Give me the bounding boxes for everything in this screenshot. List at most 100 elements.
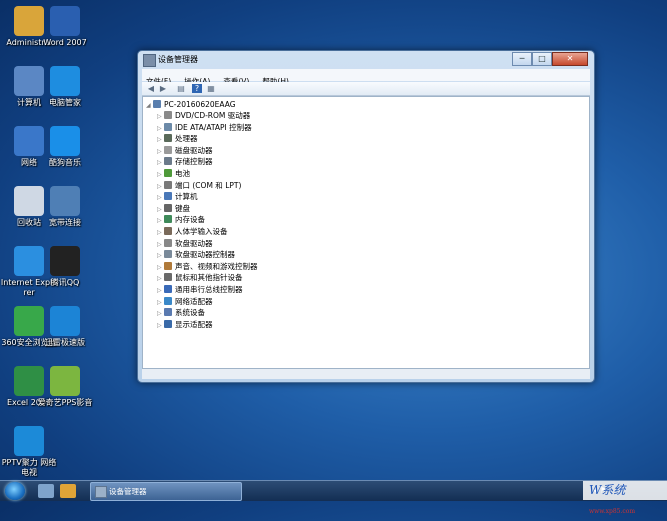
desktop-icon[interactable]: 宽带连接 <box>36 186 94 228</box>
device-category-icon <box>164 308 172 317</box>
desktop-icon[interactable]: 电脑管家 <box>36 66 94 108</box>
window-title: 设备管理器 <box>158 55 198 64</box>
iqiyi-pps-icon <box>50 366 80 396</box>
expand-arrow-icon[interactable]: ▷ <box>157 308 164 319</box>
shield-icon <box>50 66 80 96</box>
expand-arrow-icon[interactable]: ▷ <box>157 111 164 122</box>
device-category-icon <box>164 261 172 270</box>
device-category-icon <box>164 192 172 201</box>
expand-arrow-icon[interactable]: ▷ <box>157 250 164 261</box>
tree-item[interactable]: ▷ 显示适配器 <box>157 319 213 330</box>
show-desktop-icon[interactable] <box>38 484 54 498</box>
tree-item-label: 处理器 <box>175 134 198 144</box>
maximize-button[interactable]: □ <box>532 52 552 66</box>
tree-item[interactable]: ▷ 键盘 <box>157 203 190 214</box>
desktop-icon[interactable]: 爱奇艺PPS影音 <box>36 366 94 408</box>
tree-item-label: 声音、视频和游戏控制器 <box>175 261 258 271</box>
tree-item[interactable]: ▷ 网络适配器 <box>157 296 213 307</box>
expand-arrow-icon[interactable]: ▷ <box>157 262 164 273</box>
taskbar-device-manager[interactable]: 设备管理器 <box>90 482 242 501</box>
tree-item[interactable]: ▷ 内存设备 <box>157 214 205 225</box>
tree-item-label: 人体学输入设备 <box>175 227 228 236</box>
tree-item[interactable]: ▷ 鼠标和其他指针设备 <box>157 272 243 283</box>
close-button[interactable]: ✕ <box>552 52 588 66</box>
expand-arrow-icon[interactable]: ▷ <box>157 146 164 157</box>
status-bar <box>142 369 590 379</box>
properties-icon[interactable]: ▤ <box>176 84 186 93</box>
tree-item[interactable]: ▷ 端口 (COM 和 LPT) <box>157 180 241 191</box>
tree-item-label: 电池 <box>175 169 190 178</box>
tree-item[interactable]: ▷ 磁盘驱动器 <box>157 145 213 156</box>
expand-arrow-icon[interactable]: ▷ <box>157 320 164 331</box>
kugou-icon <box>50 126 80 156</box>
device-tree[interactable]: ◢ PC-20160620EAAG ▷ DVD/CD-ROM 驱动器 ▷ IDE ATA… <box>142 96 590 369</box>
expand-arrow-icon[interactable]: ▷ <box>157 215 164 226</box>
tree-item-label: 鼠标和其他指针设备 <box>175 273 243 283</box>
tree-item-label: 内存设备 <box>175 215 205 225</box>
title-bar[interactable]: 设备管理器 ─ □ ✕ <box>138 51 594 69</box>
tree-item-label: 网络适配器 <box>175 296 213 306</box>
device-category-icon <box>164 227 172 235</box>
tree-item[interactable]: ▷ 软盘驱动器 <box>157 238 213 249</box>
tree-item[interactable]: ▷ 软盘驱动器控制器 <box>157 249 235 260</box>
expand-arrow-icon[interactable]: ▷ <box>157 204 164 215</box>
expand-arrow-icon[interactable]: ▷ <box>157 169 164 180</box>
expand-arrow-icon[interactable]: ▷ <box>157 273 164 284</box>
minimize-button[interactable]: ─ <box>512 52 532 66</box>
expand-arrow-icon[interactable]: ▷ <box>157 297 164 308</box>
expand-arrow-icon[interactable]: ▷ <box>157 123 164 134</box>
desktop-icon[interactable]: 腾讯QQ <box>36 246 94 288</box>
desktop-icon[interactable]: 迅雷极速版 <box>36 306 94 348</box>
expand-arrow-icon[interactable]: ▷ <box>157 227 164 238</box>
tree-item[interactable]: ▷ 计算机 <box>157 191 198 202</box>
tree-item[interactable]: ▷ 存储控制器 <box>157 156 213 167</box>
desktop-icon[interactable]: PPTV聚力 网络电视 <box>0 426 58 478</box>
tree-item[interactable]: ▷ 处理器 <box>157 133 198 144</box>
tree-item-label: 软盘驱动器控制器 <box>175 250 235 260</box>
expand-arrow-icon[interactable]: ▷ <box>157 192 164 203</box>
expand-arrow-icon[interactable]: ▷ <box>157 239 164 250</box>
expand-arrow-icon[interactable]: ▷ <box>157 285 164 296</box>
desktop-icon-label: 腾讯QQ <box>50 278 80 287</box>
start-button[interactable] <box>5 482 25 500</box>
tree-root-label: PC-20160620EAAG <box>164 100 236 109</box>
device-category-icon <box>164 285 172 293</box>
tree-item[interactable]: ▷ 通用串行总线控制器 <box>157 284 243 295</box>
device-category-icon <box>164 238 172 247</box>
desktop-icon[interactable]: 酷狗音乐 <box>36 126 94 168</box>
expand-arrow-icon[interactable]: ▷ <box>157 157 164 168</box>
tree-root[interactable]: ◢ PC-20160620EAAG <box>146 99 236 110</box>
tree-item-label: 通用串行总线控制器 <box>175 285 243 294</box>
tree-item-label: 存储控制器 <box>175 157 213 167</box>
help-icon[interactable]: ? <box>192 84 202 93</box>
tree-item[interactable]: ▷ 系统设备 <box>157 307 205 318</box>
broadband-icon <box>50 186 80 216</box>
tree-item[interactable]: ▷ DVD/CD-ROM 驱动器 <box>157 110 250 121</box>
back-icon[interactable]: ◀ <box>146 84 156 93</box>
collapse-arrow-icon[interactable]: ◢ <box>146 100 153 111</box>
tree-item-label: 键盘 <box>175 203 190 213</box>
tree-item[interactable]: ▷ 电池 <box>157 168 190 179</box>
tree-item[interactable]: ▷ 人体学输入设备 <box>157 226 228 237</box>
forward-icon[interactable]: ▶ <box>158 84 168 93</box>
device-manager-window[interactable]: 设备管理器 ─ □ ✕ 文件(F) 操作(A) 查看(V) 帮助(H) ◀ ▶ … <box>137 50 595 383</box>
expand-arrow-icon[interactable]: ▷ <box>157 134 164 145</box>
device-category-icon <box>164 134 172 143</box>
desktop-icon[interactable]: Word 2007 <box>36 6 94 48</box>
desktop-icon-label: 宽带连接 <box>49 218 81 227</box>
view-icon[interactable]: ▦ <box>206 84 216 93</box>
desktop-icon-label: 爱奇艺PPS影音 <box>37 398 93 407</box>
tree-item-label: 软盘驱动器 <box>175 238 213 248</box>
desktop-icon-label: 迅雷极速版 <box>45 338 85 347</box>
expand-arrow-icon[interactable]: ▷ <box>157 181 164 192</box>
device-category-icon <box>164 203 172 212</box>
tree-item-label: 显示适配器 <box>175 319 213 329</box>
explorer-icon[interactable] <box>60 484 76 498</box>
tree-item[interactable]: ▷ IDE ATA/ATAPI 控制器 <box>157 122 252 133</box>
tree-item-label: IDE ATA/ATAPI 控制器 <box>175 122 252 132</box>
menu-bar: 文件(F) 操作(A) 查看(V) 帮助(H) <box>142 69 590 86</box>
device-manager-icon <box>95 486 107 498</box>
tree-item[interactable]: ▷ 声音、视频和游戏控制器 <box>157 261 258 272</box>
toolbar: ◀ ▶ ▤ ? ▦ <box>142 82 590 96</box>
device-category-icon <box>164 273 172 282</box>
